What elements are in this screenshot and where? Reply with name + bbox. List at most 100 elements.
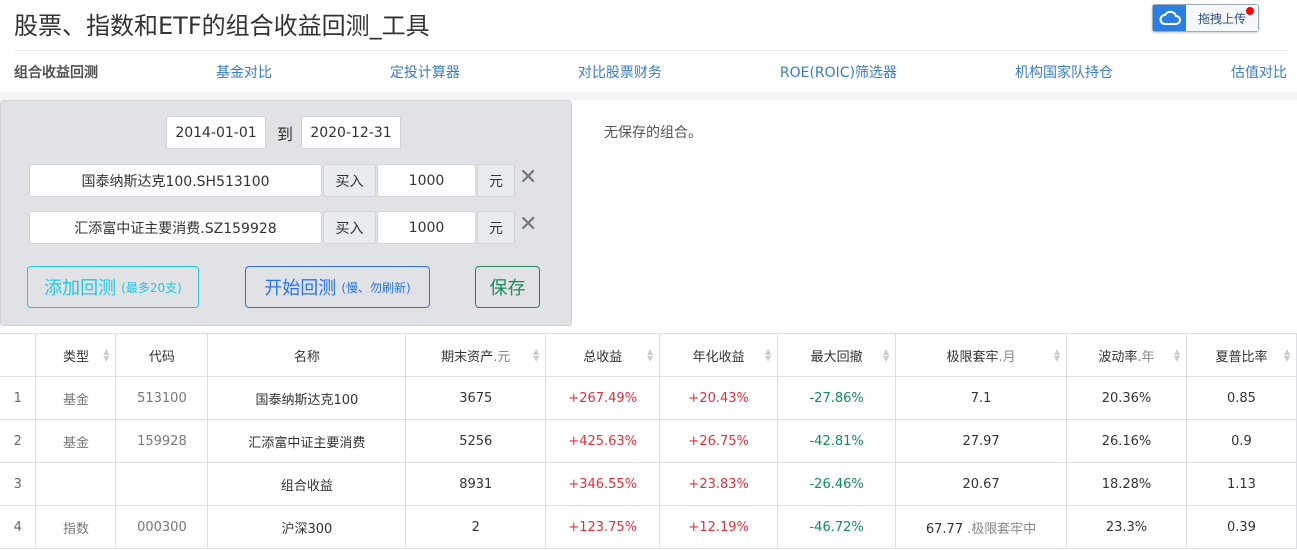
- sort-icon[interactable]: ▲ ▼: [533, 348, 539, 363]
- buy-label-2: 买入: [323, 211, 376, 244]
- column-header[interactable]: 类型 ▲ ▼: [35, 333, 117, 377]
- column-header[interactable]: 极限套牢.月 ▲ ▼: [895, 333, 1068, 377]
- cell-value: 汇添富中证主要消费: [248, 435, 366, 451]
- table-cell: 基金: [35, 419, 117, 463]
- table-cell: +346.55%: [545, 462, 661, 506]
- sort-icon[interactable]: ▲ ▼: [647, 348, 653, 363]
- table-cell: 汇添富中证主要消费: [207, 419, 407, 463]
- cell-value: 7.1: [970, 390, 992, 406]
- sort-icon[interactable]: ▲ ▼: [1054, 348, 1060, 363]
- sort-icon[interactable]: ▲ ▼: [765, 348, 771, 363]
- header-label: 代码: [148, 349, 175, 365]
- nav-item[interactable]: 估值对比: [1231, 62, 1287, 82]
- top-nav: 组合收益回测 基金对比 定投计算器 对比股票财务 ROE(ROIC)筛选器 机构国家队持仓…: [14, 50, 1287, 92]
- column-header[interactable]: 期末资产.元 ▲ ▼: [405, 333, 547, 377]
- cell-value: 2: [13, 433, 22, 449]
- cell-value: +267.49%: [568, 390, 638, 406]
- cell-value: 20.36%: [1101, 390, 1152, 406]
- cell-value: 2: [471, 519, 480, 535]
- cell-value: 3: [13, 476, 22, 492]
- table-cell: 0.39: [1185, 505, 1297, 549]
- table-cell: +425.63%: [545, 419, 661, 463]
- cell-value: -27.86%: [809, 390, 864, 406]
- cell-value: 0.85: [1227, 390, 1256, 406]
- column-header[interactable]: 夏普比率 ▲ ▼: [1185, 333, 1297, 377]
- header-unit: .月: [998, 349, 1016, 365]
- table-cell: 国泰纳斯达克100: [207, 376, 407, 420]
- remove-row-1-icon[interactable]: ✕: [519, 165, 537, 190]
- table-cell: 513100: [115, 376, 209, 420]
- table-row: 3 组合收益 8931 +346.55% +23.83% -26.46% 20.67 18.2…: [0, 462, 1297, 506]
- header-label: 期末资产: [441, 349, 494, 365]
- add-backtest-button[interactable]: 添加回测 (最多20支): [27, 266, 199, 308]
- start-date-input[interactable]: 2014-01-01: [166, 116, 266, 149]
- table-cell: 4: [0, 505, 37, 549]
- cell-value: 基金: [62, 435, 89, 451]
- table-cell: 5256: [405, 419, 547, 463]
- saved-empty-text: 无保存的组合。: [604, 125, 702, 141]
- to-label: 到: [277, 125, 294, 144]
- cell-value: 基金: [62, 392, 89, 408]
- cell-value: -46.72%: [809, 519, 864, 535]
- add-note: (最多20支): [121, 280, 182, 295]
- page-title: 股票、指数和ETF的组合收益回测_工具: [14, 12, 430, 40]
- cell-value: 0.39: [1227, 519, 1256, 535]
- cell-value: 国泰纳斯达克100: [255, 392, 359, 408]
- sort-icon[interactable]: ▲ ▼: [103, 348, 109, 363]
- column-header: 代码: [115, 333, 209, 377]
- fund-input-2[interactable]: 汇添富中证主要消费.SZ159928: [29, 211, 322, 244]
- upload-label: 拖拽上传: [1197, 11, 1246, 26]
- save-button[interactable]: 保存: [475, 266, 540, 308]
- add-label: 添加回测: [44, 278, 117, 299]
- table-cell: 20.36%: [1066, 376, 1187, 420]
- backtest-form: 2014-01-01 到 2020-12-31 国泰纳斯达克100.SH5131…: [0, 100, 572, 326]
- column-header: 名称: [207, 333, 407, 377]
- buy-label-1: 买入: [323, 164, 376, 197]
- cell-value: 1.13: [1227, 476, 1256, 492]
- column-header[interactable]: 总收益 ▲ ▼: [545, 333, 661, 377]
- cell-value: +123.75%: [568, 519, 638, 535]
- divider: [0, 92, 1297, 100]
- nav-item[interactable]: 组合收益回测: [14, 62, 98, 82]
- table-cell: 000300: [115, 505, 209, 549]
- table-cell: 1.13: [1185, 462, 1297, 506]
- cell-value: +20.43%: [688, 390, 749, 406]
- cell-value: 000300: [137, 519, 187, 535]
- cell-value: +425.63%: [568, 433, 638, 449]
- end-date-input[interactable]: 2020-12-31: [301, 116, 401, 149]
- table-cell: 159928: [115, 419, 209, 463]
- cell-value: +26.75%: [688, 433, 749, 449]
- table-cell: [35, 462, 117, 506]
- header-label: 总收益: [583, 349, 623, 365]
- start-backtest-button[interactable]: 开始回测 (慢、勿刷新): [245, 266, 430, 308]
- nav-item[interactable]: 基金对比: [216, 62, 272, 82]
- table-cell: 指数: [35, 505, 117, 549]
- table-cell: 7.1: [895, 376, 1068, 420]
- sort-icon[interactable]: ▲ ▼: [1284, 348, 1290, 363]
- column-header[interactable]: 年化收益 ▲ ▼: [659, 333, 779, 377]
- amount-input-2[interactable]: 1000: [377, 211, 476, 244]
- alert-badge-icon: [1246, 7, 1254, 15]
- header-unit: .年: [1137, 349, 1155, 365]
- cell-value: +12.19%: [688, 519, 749, 535]
- sort-icon[interactable]: ▲ ▼: [1174, 348, 1180, 363]
- drag-upload-button[interactable]: 拖拽上传: [1152, 4, 1259, 32]
- table-cell: 67.77 .极限套牢中: [895, 505, 1068, 549]
- nav-item[interactable]: 定投计算器: [390, 62, 460, 82]
- nav-item[interactable]: ROE(ROIC)筛选器: [780, 62, 897, 82]
- table-cell: 8931: [405, 462, 547, 506]
- sort-icon[interactable]: ▲ ▼: [883, 348, 889, 363]
- cell-value: +346.55%: [568, 476, 638, 492]
- nav-item[interactable]: 对比股票财务: [578, 62, 662, 82]
- table-cell: +267.49%: [545, 376, 661, 420]
- table-cell: 1: [0, 376, 37, 420]
- remove-row-2-icon[interactable]: ✕: [519, 212, 537, 237]
- cell-value: 18.28%: [1101, 476, 1152, 492]
- fund-input-1[interactable]: 国泰纳斯达克100.SH513100: [29, 164, 322, 197]
- column-header[interactable]: 最大回撤 ▲ ▼: [777, 333, 897, 377]
- column-header[interactable]: 波动率.年 ▲ ▼: [1066, 333, 1187, 377]
- amount-input-1[interactable]: 1000: [377, 164, 476, 197]
- table-cell: +12.19%: [659, 505, 779, 549]
- table-cell: -26.46%: [777, 462, 897, 506]
- nav-item[interactable]: 机构国家队持仓: [1015, 62, 1113, 82]
